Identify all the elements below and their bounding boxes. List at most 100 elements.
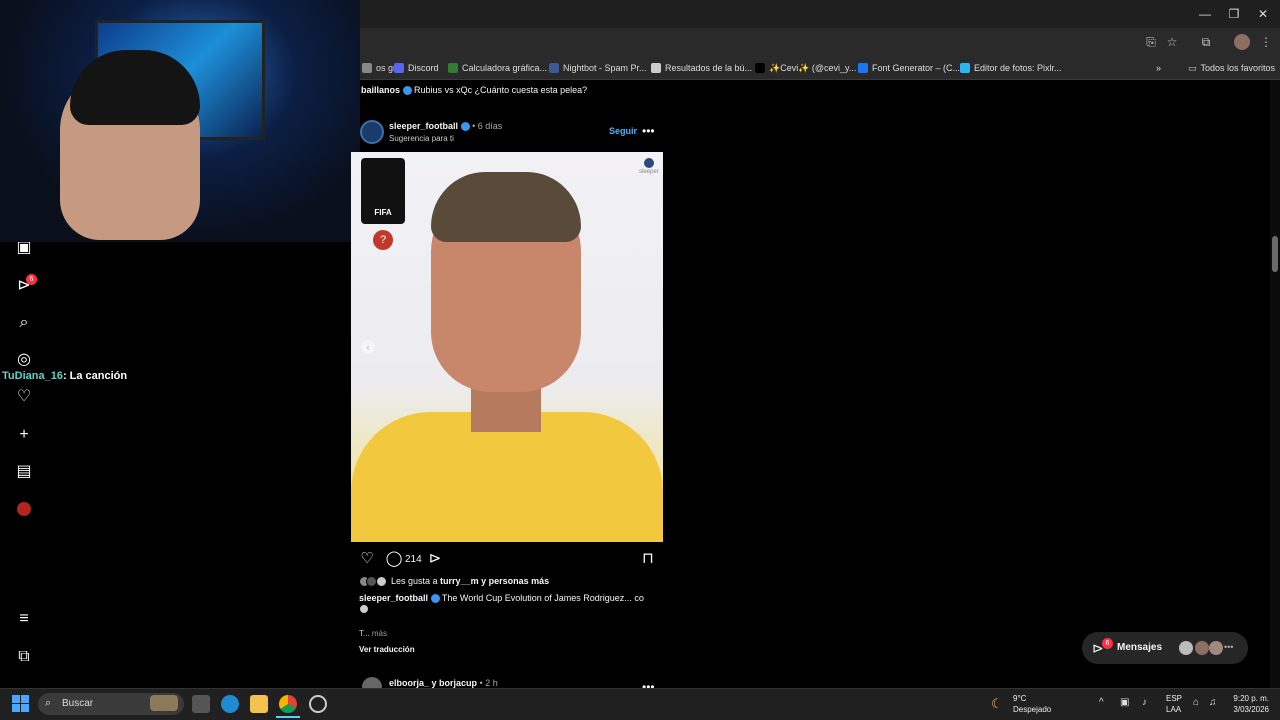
restore-button[interactable]: ❐ <box>1219 4 1249 24</box>
chat-message: : La canción <box>62 370 128 382</box>
install-app-icon[interactable]: ⎘ <box>1142 34 1160 50</box>
liker-avatar <box>376 576 387 587</box>
minimize-button[interactable]: — <box>1190 4 1220 24</box>
apps-icon[interactable]: ⧉ <box>14 647 34 667</box>
tray-expand-icon[interactable]: ^ <box>1099 697 1104 708</box>
bookmark-label: Resultados de la bú... <box>665 63 753 73</box>
clock-time[interactable]: 9:20 p. m. <box>1229 694 1269 703</box>
profile-avatar[interactable] <box>1234 34 1250 50</box>
bookmark-label: Calculadora gráfica... <box>462 63 548 73</box>
post-author-username[interactable]: sleeper_football <box>389 121 458 131</box>
tray-app-icon[interactable]: ▣ <box>1120 697 1129 708</box>
more-conversations-icon: ••• <box>1224 642 1234 652</box>
explore-icon[interactable]: ◎ <box>14 350 34 370</box>
bookmark-item[interactable]: Resultados de la bú... <box>651 60 752 76</box>
folder-icon: ▭ <box>1188 63 1197 73</box>
search-icon[interactable]: ⌕ <box>14 313 34 333</box>
bookmark-label: ✨Cevi✨ (@cevi_y... <box>769 63 857 73</box>
like-heart-icon[interactable]: ♡ <box>358 550 376 568</box>
weather-desc[interactable]: Despejado <box>1013 705 1051 714</box>
bookmark-item[interactable]: Editor de fotos: Pixlr... <box>960 60 1062 76</box>
bookmark-favicon-icon <box>362 63 372 73</box>
clock-date[interactable]: 3/03/2026 <box>1229 705 1269 714</box>
bookmark-favicon-icon <box>394 63 404 73</box>
dashboard-icon[interactable]: ▤ <box>14 462 34 482</box>
bookmark-item[interactable]: Font Generator – (C... <box>858 60 960 76</box>
comment-icon[interactable]: ◯ <box>385 550 403 568</box>
taskbar-search-label: Buscar <box>62 698 94 709</box>
heart-icon[interactable]: ♡ <box>14 387 34 407</box>
verified-icon <box>430 594 440 604</box>
bookmark-favicon-icon <box>448 63 458 73</box>
suggestion-label: Sugerencia para ti <box>389 134 454 143</box>
input-language[interactable]: ESP <box>1166 694 1182 703</box>
weather-moon-icon: ☾ <box>991 696 1003 711</box>
bookmark-item[interactable]: Calculadora gráfica... <box>448 60 547 76</box>
bookmark-favicon-icon <box>755 63 765 73</box>
profile-avatar-nav[interactable] <box>17 502 31 516</box>
microphone-icon[interactable]: ♪ <box>1142 697 1147 708</box>
message-avatar <box>1209 641 1223 655</box>
likes-summary: Les gusta a turry__m y personas más <box>391 576 550 586</box>
bookmark-item[interactable]: ✨Cevi✨ (@cevi_y... <box>755 60 856 76</box>
all-favorites-folder[interactable]: ▭ Todos los favoritos <box>1188 60 1275 76</box>
task-view-icon[interactable] <box>192 695 210 713</box>
verified-icon <box>460 122 470 132</box>
see-translation-link[interactable]: Ver traducción <box>359 645 415 654</box>
weather-temp[interactable]: 9°C <box>1013 694 1026 703</box>
obs-icon[interactable] <box>309 695 327 713</box>
bookmark-item[interactable]: Nightbot - Spam Pr... <box>549 60 647 76</box>
search-icon: ⌕ <box>45 697 52 709</box>
scrollbar-thumb[interactable] <box>1272 236 1278 272</box>
question-badge-icon: ? <box>373 230 393 250</box>
volume-icon[interactable]: ♫ <box>1209 697 1217 708</box>
liker-username[interactable]: turry__m <box>440 576 479 586</box>
message-avatar <box>1179 641 1193 655</box>
chat-username: TuDiana_16 <box>2 370 63 382</box>
messages-badge: 6 <box>1102 638 1113 649</box>
message-avatar <box>1195 641 1209 655</box>
verified-icon <box>402 86 412 96</box>
bookmark-label: Discord <box>408 63 439 73</box>
follow-button[interactable]: Seguir <box>609 126 637 136</box>
chrome-browser-icon[interactable] <box>279 695 297 713</box>
post-options-icon[interactable]: ••• <box>642 124 655 138</box>
post-image[interactable]: FIFA ? sleeper ‹ <box>351 152 663 542</box>
previous-post-user[interactable]: baillanos <box>361 85 400 95</box>
network-icon[interactable]: ⌂ <box>1193 697 1199 708</box>
extensions-icon[interactable]: ⧉ <box>1197 34 1215 50</box>
caption-more[interactable]: T... más <box>359 629 387 638</box>
active-app-indicator <box>276 716 300 718</box>
bookmark-favicon-icon <box>651 63 661 73</box>
bookmark-label: Editor de fotos: Pixlr... <box>974 63 1062 73</box>
more-menu-icon[interactable]: ≡ <box>14 609 34 629</box>
create-plus-icon[interactable]: + <box>14 425 34 445</box>
save-bookmark-icon[interactable]: ⊓ <box>639 550 657 568</box>
edge-browser-icon[interactable] <box>221 695 239 713</box>
share-icon[interactable]: ⊳ <box>426 550 444 568</box>
windows-start-button[interactable] <box>12 695 30 713</box>
browser-menu-icon[interactable]: ⋮ <box>1257 34 1275 50</box>
post-author-avatar[interactable] <box>360 120 384 144</box>
close-window-button[interactable]: ✕ <box>1248 4 1278 24</box>
bookmark-favicon-icon <box>960 63 970 73</box>
player-hair <box>431 172 581 242</box>
file-explorer-icon[interactable] <box>250 695 268 713</box>
post-caption: sleeper_football The World Cup Evolution… <box>359 593 644 604</box>
carousel-prev-icon[interactable]: ‹ <box>361 340 375 354</box>
bookmark-star-icon[interactable]: ☆ <box>1163 34 1181 50</box>
bookmark-favicon-icon <box>549 63 559 73</box>
input-layout[interactable]: LAA <box>1166 705 1181 714</box>
next-post-username[interactable]: elboorja_ y borjacup <box>389 678 477 688</box>
post-author-header: sleeper_football • 6 días <box>389 121 502 132</box>
more-bookmarks-button[interactable]: » <box>1156 60 1161 76</box>
caption-text: The World Cup Evolution of James Rodrigu… <box>441 593 644 603</box>
bookmark-label: Nightbot - Spam Pr... <box>563 63 647 73</box>
page-scrollbar[interactable] <box>1270 80 1280 688</box>
fifa-text: FIFA <box>374 208 392 217</box>
next-post-header: elboorja_ y borjacup • 2 h <box>389 678 498 688</box>
search-highlight-image <box>150 695 178 711</box>
previous-post-text: Rubius vs xQc ¿Cuánto cuesta esta pelea? <box>414 85 588 95</box>
bookmark-item[interactable]: Discord <box>394 60 439 76</box>
caption-username[interactable]: sleeper_football <box>359 593 428 603</box>
